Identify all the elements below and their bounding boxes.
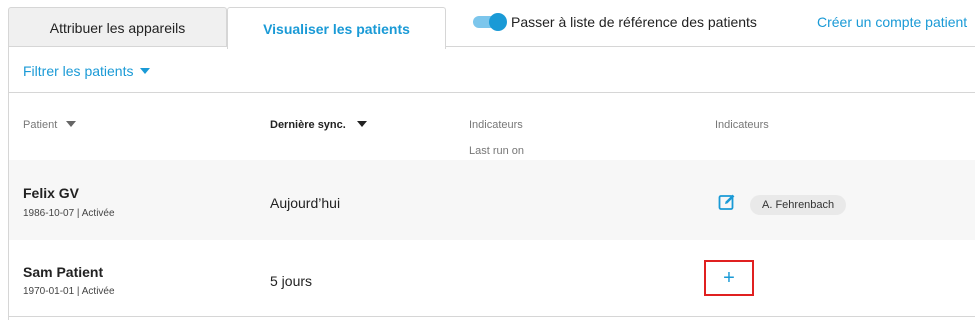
tab-assign-devices[interactable]: Attribuer les appareils [8,7,227,47]
caret-down-icon [356,121,367,127]
add-indicator-button[interactable]: + [704,260,754,296]
create-patient-account-link[interactable]: Créer un compte patient [817,14,967,30]
column-header-indicators-1: Indicateurs [469,119,523,131]
table-row[interactable]: Felix GV 1986-10-07 | Activée Aujourd’hu… [9,160,975,240]
filter-label: Filtrer les patients [23,63,134,79]
patients-panel: Filtrer les patients Patient Dernière sy… [8,46,975,320]
patient-name[interactable]: Felix GV [23,185,79,201]
column-header-patient[interactable]: Patient [23,119,77,131]
patient-name[interactable]: Sam Patient [23,264,103,280]
column-header-indicators-2: Indicateurs [715,119,769,131]
tab-bar: Attribuer les appareils Visualiser les p… [0,0,975,49]
tab-label: Attribuer les appareils [49,19,186,36]
caret-down-icon [66,121,77,127]
table-row[interactable]: Sam Patient 1970-01-01 | Activée 5 jours… [9,240,975,317]
tab-label: Visualiser les patients [263,20,410,37]
divider [9,316,975,317]
column-label: Indicateurs [715,119,769,131]
patient-meta: 1970-01-01 | Activée [23,286,115,297]
assignee-chip: A. Fehrenbach [750,195,847,215]
reference-list-toggle-group: Passer à liste de référence des patients [473,13,757,31]
plus-icon: + [723,267,735,289]
toggle-label: Passer à liste de référence des patients [511,14,757,30]
tab-view-patients[interactable]: Visualiser les patients [227,7,446,49]
patient-meta: 1986-10-07 | Activée [23,208,115,219]
last-sync-value: Aujourd’hui [270,195,341,211]
divider [9,92,975,93]
column-label: Dernière sync. [270,119,346,131]
edit-icon[interactable] [718,193,736,211]
caret-down-icon [140,68,151,74]
last-sync-value: 5 jours [270,273,313,289]
toggle-knob [489,13,507,31]
column-subheader-last-run: Last run on [469,145,524,157]
column-label: Patient [23,119,58,131]
reference-list-toggle[interactable] [473,13,507,31]
column-sublabel: Last run on [469,145,525,157]
filter-patients-button[interactable]: Filtrer les patients [23,63,151,79]
column-label: Indicateurs [469,119,523,131]
column-header-last-sync[interactable]: Dernière sync. [270,119,367,131]
